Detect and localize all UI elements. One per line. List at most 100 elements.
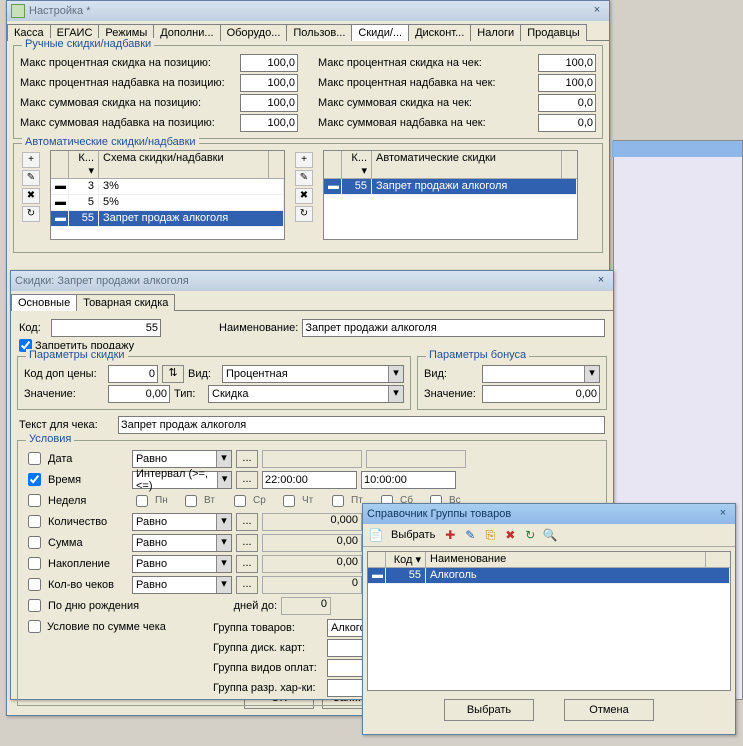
row-name: 3% [99,179,284,194]
cond-checkbox[interactable] [28,515,41,528]
discount-tab[interactable]: Основные [11,294,77,311]
dopcode-input[interactable] [108,365,158,383]
cond-dots-button[interactable]: ... [236,555,258,573]
settings-tab[interactable]: Оборудо... [220,24,288,41]
code-input[interactable] [51,319,161,337]
tip-select[interactable]: Скидка▾ [208,385,404,403]
auto-discounts-legend: Автоматические скидки/надбавки [22,136,199,148]
catalog-grid[interactable]: Код ▾Наименование▬55Алкоголь [367,551,731,691]
catalog-window: Справочник Группы товаров × 📄 Выбрать ✚ … [362,503,736,735]
cond-op-select[interactable]: Равно▾ [132,513,232,531]
field-input[interactable] [240,114,298,132]
cond-dots-button[interactable]: ... [236,471,258,489]
add-icon[interactable]: ✚ [441,526,459,544]
settings-tab[interactable]: Продавцы [520,24,587,41]
cond-checkbox[interactable] [28,557,41,570]
bonus-val-input[interactable] [482,385,600,403]
cond-checkbox[interactable] [28,494,41,507]
cond-op-select[interactable]: Равно▾ [132,534,232,552]
table-row[interactable]: ▬55Запрет продажи алкоголя [324,179,577,195]
refresh-icon[interactable]: ↻ [521,526,539,544]
cond-label: Дата [48,453,128,465]
vid-select[interactable]: Процентная▾ [222,365,404,383]
cond-from-input[interactable] [262,471,357,489]
settings-tab[interactable]: Пользов... [286,24,352,41]
receipt-text-input[interactable] [118,416,605,434]
edit-icon[interactable]: ✎ [295,170,313,186]
new-icon[interactable]: 📄 [367,526,385,544]
table-row[interactable]: ▬55Запрет продаж алкоголя [51,211,284,227]
catalog-titlebar[interactable]: Справочник Группы товаров × [363,504,735,524]
field-input[interactable] [538,54,596,72]
settings-tab[interactable]: Скиди/... [351,24,409,41]
add-icon[interactable]: + [295,152,313,168]
settings-tab[interactable]: Налоги [470,24,521,41]
weekday-checkbox[interactable] [234,495,246,507]
cond-checkbox[interactable] [28,536,41,549]
select-button[interactable]: Выбрать [444,699,534,721]
weekday-checkbox[interactable] [185,495,197,507]
table-row[interactable]: ▬33% [51,179,284,195]
settings-tab[interactable]: Дисконт... [408,24,471,41]
auto-grid[interactable]: К... ▾Автоматические скидки▬55Запрет про… [323,150,578,240]
close-icon[interactable]: × [593,274,609,288]
field-input[interactable] [538,114,596,132]
settings-titlebar[interactable]: Настройка * × [7,1,609,21]
discount-tab[interactable]: Товарная скидка [76,294,175,311]
cond-op-select[interactable]: Интервал (>=,<=)▾ [132,471,232,489]
cond-op-select[interactable]: Равно▾ [132,450,232,468]
close-icon[interactable]: × [589,4,605,18]
sumcheck-checkbox[interactable] [28,620,41,633]
field-input[interactable] [538,94,596,112]
bonus-params-group: Параметры бонуса Вид: ▾ Значение: [417,356,607,410]
delete-icon[interactable]: ✖ [501,526,519,544]
close-icon[interactable]: × [715,507,731,521]
cond-dots-button[interactable]: ... [236,450,258,468]
value-input[interactable] [108,385,170,403]
row-icon: ▬ [51,195,69,210]
cond-value: 0 [262,576,362,594]
schemes-grid[interactable]: К... ▾Схема скидки/надбавки▬33%▬55%▬55За… [50,150,285,240]
table-row[interactable]: ▬55% [51,195,284,211]
catalog-title: Справочник Группы товаров [367,508,511,520]
table-row[interactable]: ▬55Алкоголь [368,568,730,584]
field-input[interactable] [538,74,596,92]
cond-to-input[interactable] [361,471,456,489]
dopcode-stepper[interactable]: ⇅ [162,365,184,383]
cond-dots-button[interactable]: ... [236,534,258,552]
copy-icon[interactable]: ⎘ [481,526,499,544]
cond-checkbox[interactable] [28,578,41,591]
weekday-checkbox[interactable] [283,495,295,507]
refresh-icon[interactable]: ↻ [295,206,313,222]
add-icon[interactable]: + [22,152,40,168]
delete-icon[interactable]: ✖ [295,188,313,204]
days-value: 0 [281,597,331,615]
search-icon[interactable]: 🔍 [541,526,559,544]
weekday-checkbox[interactable] [332,495,344,507]
field-input[interactable] [240,74,298,92]
cond-dots-button[interactable]: ... [236,513,258,531]
delete-icon[interactable]: ✖ [22,188,40,204]
cond-op-select[interactable]: Равно▾ [132,555,232,573]
weekday-checkbox[interactable] [136,495,148,507]
select-toolbar-button[interactable]: Выбрать [387,529,439,541]
cond-checkbox[interactable] [28,452,41,465]
settings-tab[interactable]: Дополни... [153,24,220,41]
edit-icon[interactable]: ✎ [461,526,479,544]
name-input[interactable] [302,319,605,337]
birthday-checkbox[interactable] [28,599,41,612]
field-input[interactable] [240,94,298,112]
row-name: Запрет продаж алкоголя [99,211,284,226]
bonus-vid-select[interactable]: ▾ [482,365,600,383]
field-label: Макс суммовая скидка на чек: [318,97,534,109]
cancel-button[interactable]: Отмена [564,699,654,721]
refresh-icon[interactable]: ↻ [22,206,40,222]
field-input[interactable] [240,54,298,72]
cond-value [262,450,362,468]
cond-op-select[interactable]: Равно▾ [132,576,232,594]
cond-dots-button[interactable]: ... [236,576,258,594]
discount-titlebar[interactable]: Скидки: Запрет продажи алкоголя × [11,271,613,291]
edit-icon[interactable]: ✎ [22,170,40,186]
cond-label: Сумма [48,537,128,549]
cond-checkbox[interactable] [28,473,41,486]
